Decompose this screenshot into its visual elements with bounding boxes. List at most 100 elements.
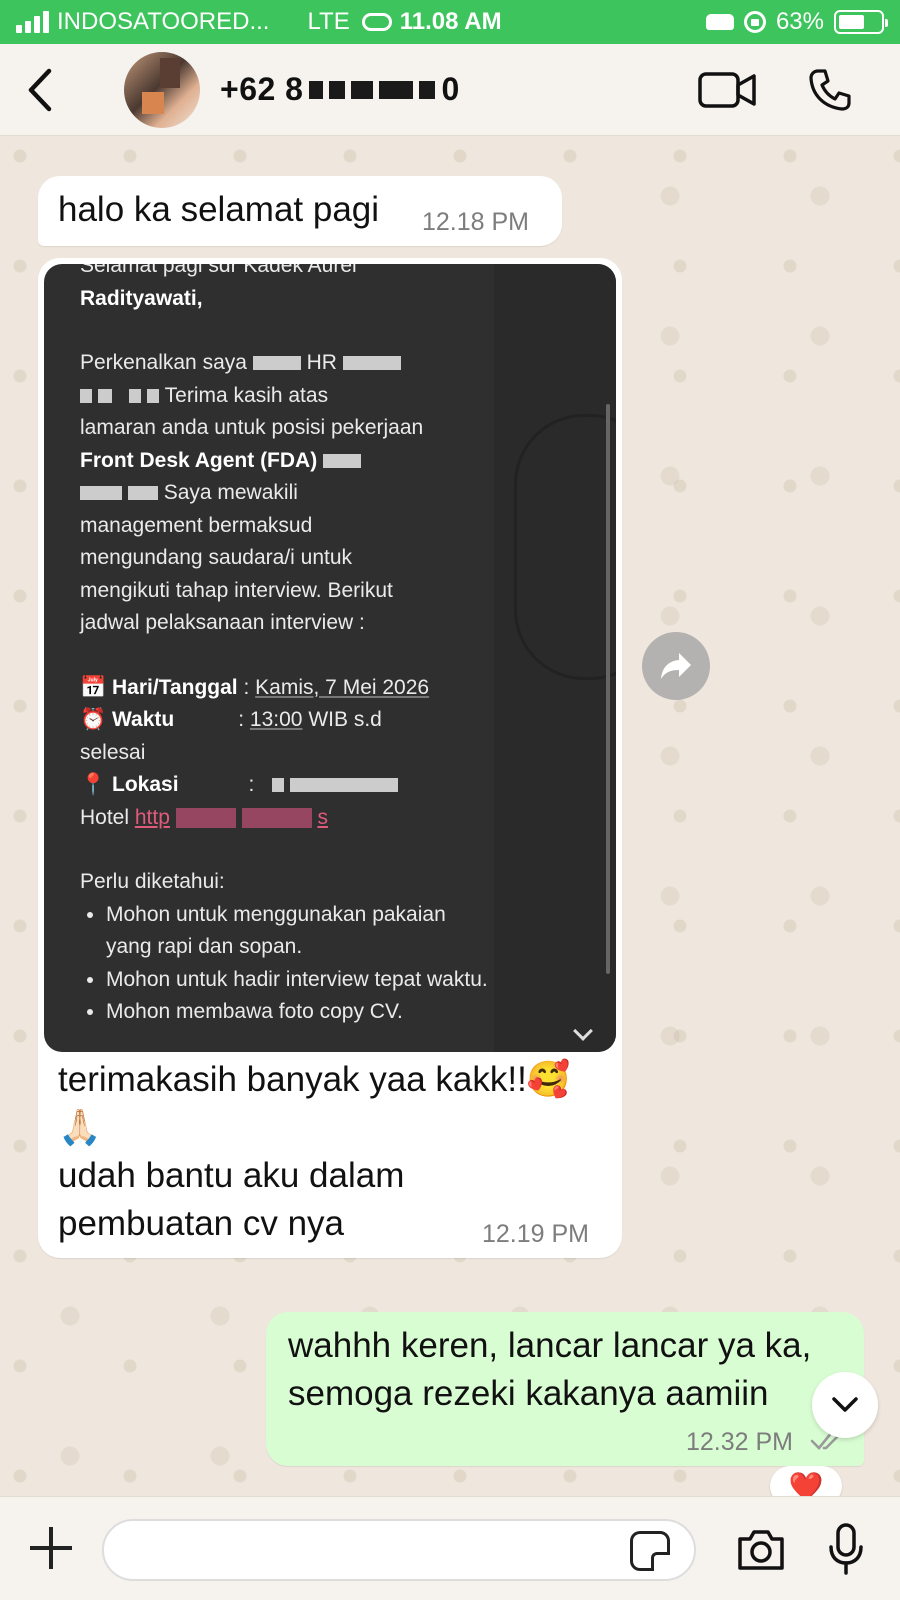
battery-icon (834, 10, 888, 34)
outgoing-message[interactable]: wahhh keren, lancar lancar ya ka, semoga… (266, 1312, 864, 1466)
incoming-media-message[interactable]: Selamat pagi sdr Kadek Aurel Radityawati… (38, 258, 622, 1258)
media-line-text: s (317, 805, 328, 829)
redaction (351, 80, 374, 99)
forward-icon (661, 653, 691, 679)
chat-area[interactable]: halo ka selamat pagi 12.18 PM Selamat pa… (0, 136, 900, 1496)
media-line-text: selesai (80, 740, 146, 764)
media-line-text: lamaran anda untuk posisi pekerjaan (80, 416, 424, 439)
contact-name[interactable]: +62 8 0 (220, 71, 600, 108)
battery-level-fill (839, 15, 865, 29)
media-line-text: mengikuti tahap interview. Berikut (80, 578, 393, 602)
clock: 11.08 AM (399, 8, 502, 35)
rotation-lock-icon (743, 11, 766, 33)
media-line: management bermaksud (80, 510, 490, 543)
redaction (289, 778, 398, 793)
media-line-text: : (243, 675, 250, 699)
hotspot-icon (361, 13, 392, 31)
calendar-icon: 📅 (80, 675, 107, 699)
media-line: jadwal pelaksanaan interview : (80, 607, 490, 640)
redaction (147, 388, 160, 403)
media-line: Terima kasih atas (80, 380, 490, 413)
media-line-text: Lokasi (112, 773, 179, 796)
media-line: mengundang saudara/i untuk (80, 542, 490, 575)
redaction (309, 80, 324, 99)
media-line-text: Terima kasih atas (164, 383, 329, 407)
media-line: ⏰ Waktu: 13:00 WIB s.d (80, 704, 490, 737)
media-line: selesai (80, 737, 490, 770)
media-text: Selamat pagi sdr Kadek Aurel Radityawati… (80, 264, 490, 1029)
message-line: wahhh keren, lancar lancar ya ka, (288, 1326, 812, 1365)
redaction (97, 388, 112, 403)
caption-line: terimakasih banyak yaa kakk!!🥰 (58, 1060, 571, 1099)
chevron-left-icon (28, 68, 52, 111)
image-attachment[interactable]: Selamat pagi sdr Kadek Aurel Radityawati… (44, 264, 616, 1052)
forward-button[interactable] (642, 632, 710, 700)
media-line-text: Kamis, 7 Mei 2026 (255, 675, 430, 699)
media-scrollbar (606, 404, 610, 974)
media-line-text: 13:00 (249, 708, 303, 731)
signal-icon (16, 11, 49, 33)
car-icon (705, 14, 734, 30)
redaction (379, 80, 414, 99)
media-line-text: Selamat pagi sdr Kadek Aurel (80, 264, 357, 277)
media-background (494, 264, 616, 1052)
redaction (80, 388, 92, 403)
message-text: wahhh keren, lancar lancar ya ka, semoga… (288, 1322, 811, 1418)
media-line-text: Hari/Tanggal (112, 675, 238, 699)
contact-name-suffix: 0 (441, 71, 460, 107)
caption-line: 🙏🏻 (58, 1108, 102, 1147)
incoming-message[interactable]: halo ka selamat pagi 12.18 PM (38, 176, 562, 246)
redaction (241, 807, 312, 828)
media-line-text: Saya mewakili (163, 481, 298, 504)
message-input[interactable] (102, 1519, 696, 1581)
media-line-text: mengundang saudara/i untuk (80, 546, 353, 569)
chat-header: +62 8 0 (0, 44, 900, 136)
back-button[interactable] (0, 44, 80, 136)
avatar[interactable] (124, 51, 200, 128)
redaction (80, 486, 122, 501)
media-line-text: Perkenalkan saya (80, 351, 247, 374)
contact-name-prefix: +62 8 (220, 71, 304, 107)
video-camera-icon[interactable] (698, 70, 758, 110)
redaction (271, 778, 284, 793)
media-line-text: Hotel (80, 805, 130, 829)
media-line-text: jadwal pelaksanaan interview : (80, 611, 365, 634)
media-line-text: : (248, 773, 255, 796)
media-line-text: Waktu (112, 708, 175, 731)
media-line-text: http (134, 805, 170, 829)
media-line-text: Front Desk Agent (FDA) (80, 448, 318, 472)
plus-icon[interactable] (28, 1525, 74, 1571)
redaction (129, 388, 142, 403)
media-line: Perkenalkan saya HR (80, 347, 490, 380)
media-line: Perlu diketahui: (80, 866, 490, 899)
sticker-icon[interactable] (630, 1531, 670, 1571)
media-line-text: Radityawati, (80, 286, 203, 310)
message-time: 12.32 PM (686, 1428, 794, 1456)
phone-icon[interactable] (808, 68, 852, 112)
camera-icon[interactable] (736, 1527, 786, 1573)
message-time: 12.18 PM (422, 208, 530, 236)
media-line: 📍 Lokasi: (80, 769, 490, 802)
caption-line: udah bantu aku dalam (58, 1156, 405, 1195)
media-line-text: Mohon untuk hadir interview tepat waktu. (106, 967, 488, 991)
scroll-to-bottom-button[interactable] (812, 1372, 878, 1438)
reaction-badge[interactable]: ❤️ (770, 1466, 842, 1496)
media-line: Radityawati, (80, 283, 490, 316)
media-line-text: WIB s.d (308, 708, 382, 731)
microphone-icon[interactable] (828, 1523, 864, 1575)
battery-percent: 63% (775, 8, 824, 35)
media-line-text: Perlu diketahui: (80, 870, 225, 893)
media-bullet-list: Mohon untuk menggunakan pakaian yang rap… (106, 899, 490, 1029)
network-type: LTE (307, 8, 350, 35)
media-line-text: Mohon membawa foto copy CV. (106, 1000, 403, 1023)
message-line: semoga rezeki kakanya aamiin (288, 1374, 769, 1413)
redaction (329, 80, 346, 99)
composer-bar (0, 1496, 900, 1600)
redaction (323, 453, 362, 468)
redaction (127, 486, 158, 501)
redaction (342, 356, 401, 371)
status-bar: INDOSATOORED... LTE 11.08 AM 63% (0, 0, 900, 44)
chevron-down-icon (832, 1397, 858, 1412)
media-line: Selamat pagi sdr Kadek Aurel (80, 264, 490, 283)
